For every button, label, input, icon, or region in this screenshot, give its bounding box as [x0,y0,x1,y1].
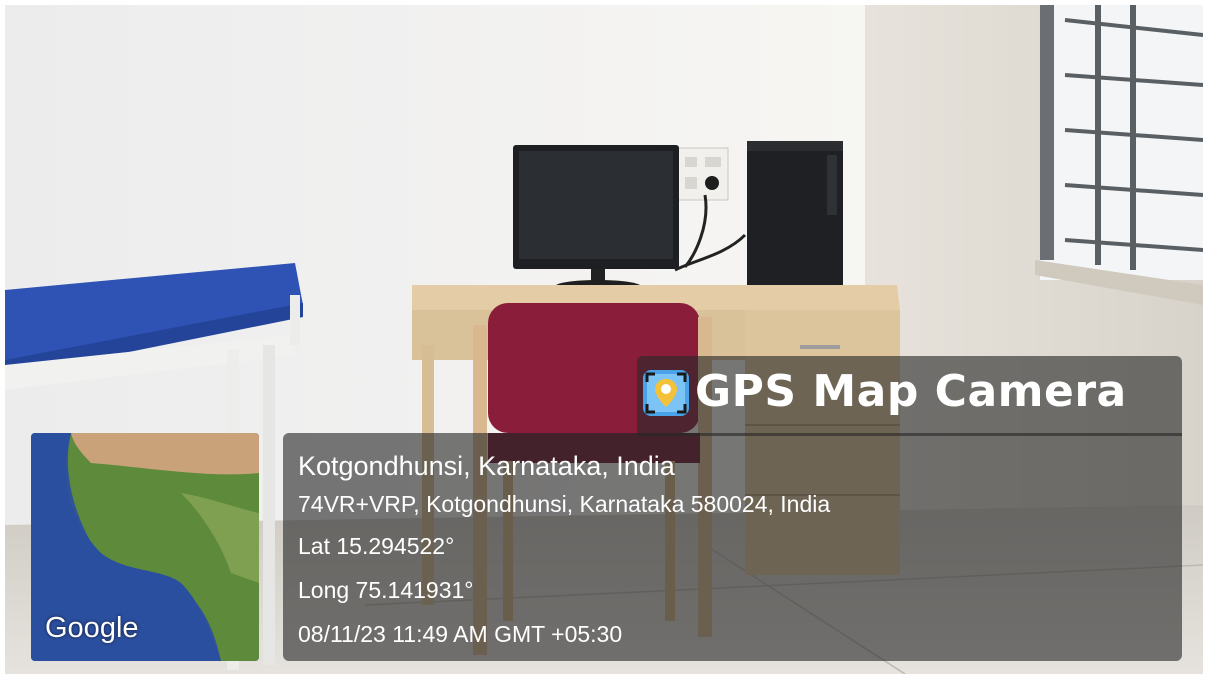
gps-header-banner: GPS Map Camera [637,356,1182,436]
longitude-value: Long 75.141931° [298,577,474,603]
satellite-map-thumbnail: Google [31,433,259,661]
latitude-value: Lat 15.294522° [298,533,455,559]
map-pin-camera-icon [643,370,689,416]
location-title: Kotgondhunsi, Karnataka, India [298,451,675,481]
capture-datetime: 08/11/23 11:49 AM GMT +05:30 [298,621,623,647]
location-info-panel: Kotgondhunsi, Karnataka, India 74VR+VRP,… [283,433,1182,661]
location-address: 74VR+VRP, Kotgondhunsi, Karnataka 580024… [298,491,831,517]
google-logo: Google [45,612,139,644]
app-title: GPS Map Camera [695,366,1127,417]
